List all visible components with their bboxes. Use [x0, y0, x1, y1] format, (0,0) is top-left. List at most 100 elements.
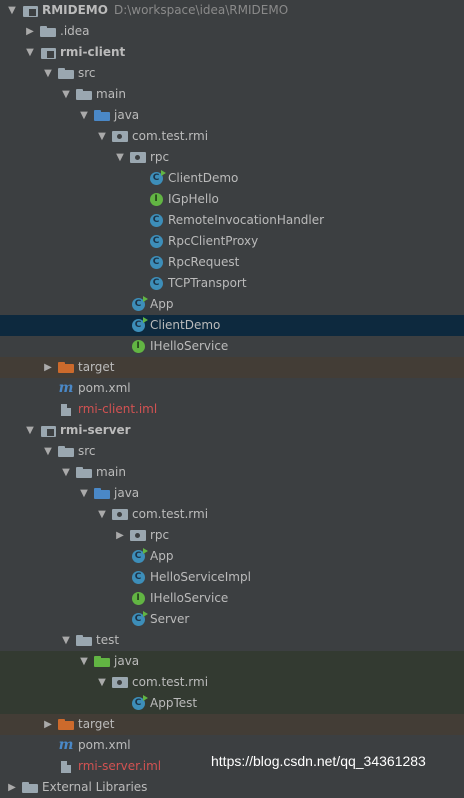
tree-item-label: rmi-client: [60, 42, 125, 63]
collapse-arrow-icon[interactable]: ▼: [96, 672, 108, 693]
tree-item-label: src: [78, 441, 96, 462]
tree-row[interactable]: ▼ main: [0, 84, 464, 105]
tree-item-label: RemoteInvocationHandler: [168, 210, 324, 231]
tree-item-label: Server: [150, 609, 189, 630]
collapse-arrow-icon[interactable]: ▼: [114, 147, 126, 168]
collapse-arrow-icon[interactable]: ▼: [78, 105, 90, 126]
tree-row[interactable]: rmi-client.iml: [0, 399, 464, 420]
collapse-arrow-icon[interactable]: ▼: [60, 84, 72, 105]
tree-row[interactable]: ▶ target: [0, 357, 464, 378]
tree-item-name: ClientDemo: [168, 171, 239, 185]
runnable-class-icon: C: [148, 170, 166, 185]
tree-row[interactable]: m pom.xml: [0, 378, 464, 399]
tree-item-label: rmi-server.iml: [78, 756, 161, 777]
tree-item-name: test: [96, 633, 120, 647]
collapse-arrow-icon[interactable]: ▼: [6, 0, 18, 21]
iml-file-icon: [58, 403, 74, 416]
tree-row[interactable]: I IGpHello: [0, 189, 464, 210]
tree-row[interactable]: ▶ External Libraries: [0, 777, 464, 798]
tree-item-name: AppTest: [150, 696, 198, 710]
tree-row[interactable]: I IHelloService: [0, 588, 464, 609]
tree-row[interactable]: C ClientDemo: [0, 168, 464, 189]
tree-row[interactable]: C ClientDemo: [0, 315, 464, 336]
tree-item-label: TCPTransport: [168, 273, 247, 294]
tree-item-name: main: [96, 87, 126, 101]
collapse-arrow-icon[interactable]: ▼: [96, 504, 108, 525]
tree-row[interactable]: ▶ rpc: [0, 525, 464, 546]
tree-row[interactable]: ▼ rmi-server: [0, 420, 464, 441]
tree-row[interactable]: ▼ rmi-client: [0, 42, 464, 63]
tree-row[interactable]: ▼ test: [0, 630, 464, 651]
tree-row[interactable]: ▶ .idea: [0, 21, 464, 42]
tree-item-name: pom.xml: [78, 738, 131, 752]
tree-row[interactable]: ▼ java: [0, 105, 464, 126]
expand-arrow-icon[interactable]: ▶: [114, 525, 126, 546]
tree-row[interactable]: C AppTest: [0, 693, 464, 714]
class-icon: C: [148, 256, 164, 269]
tree-row[interactable]: C RpcClientProxy: [0, 231, 464, 252]
excluded-folder-icon: [58, 718, 74, 731]
tree-item-name: src: [78, 66, 96, 80]
collapse-arrow-icon[interactable]: ▼: [96, 126, 108, 147]
expand-arrow-icon[interactable]: ▶: [42, 357, 54, 378]
tree-row[interactable]: ▼ rpc: [0, 147, 464, 168]
tree-row[interactable]: C TCPTransport: [0, 273, 464, 294]
collapse-arrow-icon[interactable]: ▼: [78, 483, 90, 504]
tree-item-label: rmi-server: [60, 420, 131, 441]
tree-row[interactable]: ▶ target: [0, 714, 464, 735]
collapse-arrow-icon[interactable]: ▼: [60, 630, 72, 651]
tree-row[interactable]: C HelloServiceImpl: [0, 567, 464, 588]
collapse-arrow-icon[interactable]: ▼: [42, 441, 54, 462]
tree-item-name: src: [78, 444, 96, 458]
runnable-class-icon: C: [130, 548, 148, 563]
tree-row[interactable]: ▼ java: [0, 483, 464, 504]
expand-arrow-icon[interactable]: ▶: [42, 714, 54, 735]
iml-file-icon: [58, 760, 74, 773]
tree-item-label: External Libraries: [42, 777, 147, 798]
tree-row[interactable]: C App: [0, 294, 464, 315]
package-icon: [130, 529, 146, 542]
tree-item-name: ClientDemo: [150, 318, 221, 332]
tree-item-label: AppTest: [150, 693, 197, 714]
tree-row[interactable]: ▼ RMIDEMO D:\workspace\idea\RMIDEMO: [0, 0, 464, 21]
test-folder-icon: [94, 655, 110, 668]
tree-row[interactable]: ▼ java: [0, 651, 464, 672]
tree-item-name: External Libraries: [42, 780, 148, 794]
runnable-class-icon: C: [130, 317, 148, 332]
expand-arrow-icon[interactable]: ▶: [6, 777, 18, 798]
tree-item-label: pom.xml: [78, 378, 131, 399]
interface-icon: I: [130, 340, 146, 353]
tree-row[interactable]: I IHelloService: [0, 336, 464, 357]
tree-item-label: test: [96, 630, 119, 651]
tree-item-name: com.test.rmi: [132, 675, 209, 689]
collapse-arrow-icon[interactable]: ▼: [24, 420, 36, 441]
collapse-arrow-icon[interactable]: ▼: [24, 42, 36, 63]
tree-row[interactable]: ▼ src: [0, 441, 464, 462]
tree-row[interactable]: ▼ com.test.rmi: [0, 672, 464, 693]
tree-row[interactable]: ▼ main: [0, 462, 464, 483]
tree-row[interactable]: ▼ com.test.rmi: [0, 126, 464, 147]
tree-row[interactable]: C RpcRequest: [0, 252, 464, 273]
collapse-arrow-icon[interactable]: ▼: [42, 63, 54, 84]
collapse-arrow-icon[interactable]: ▼: [60, 462, 72, 483]
tree-item-name: java: [114, 486, 140, 500]
tree-item-label: main: [96, 84, 126, 105]
tree-item-name: Server: [150, 612, 190, 626]
collapse-arrow-icon[interactable]: ▼: [78, 651, 90, 672]
module-icon: [22, 4, 38, 17]
tree-row[interactable]: C App: [0, 546, 464, 567]
runnable-class-icon: C: [130, 296, 148, 311]
tree-row[interactable]: ▼ com.test.rmi: [0, 504, 464, 525]
interface-icon: I: [148, 193, 164, 206]
project-path: D:\workspace\idea\RMIDEMO: [113, 3, 289, 17]
tree-row[interactable]: C RemoteInvocationHandler: [0, 210, 464, 231]
tree-item-label: rpc: [150, 525, 169, 546]
tree-item-name: target: [78, 360, 115, 374]
tree-row[interactable]: C Server: [0, 609, 464, 630]
tree-item-label: com.test.rmi: [132, 672, 208, 693]
package-icon: [112, 508, 128, 521]
tree-item-name: HelloServiceImpl: [150, 570, 251, 584]
tree-row[interactable]: ▼ src: [0, 63, 464, 84]
tree-item-name: com.test.rmi: [132, 129, 209, 143]
expand-arrow-icon[interactable]: ▶: [24, 21, 36, 42]
